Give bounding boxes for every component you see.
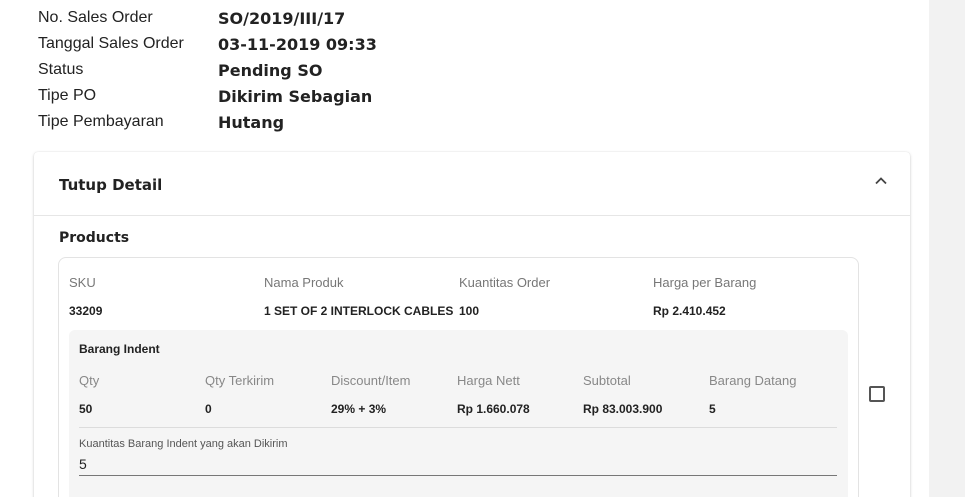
indent-divider bbox=[79, 427, 837, 428]
product-item: SKU Nama Produk Kuantitas Order Harga pe… bbox=[58, 257, 859, 497]
indent-ship-qty-label: Kuantitas Barang Indent yang akan Dikiri… bbox=[79, 438, 288, 450]
info-value: Dikirim Sebagian bbox=[218, 86, 373, 106]
info-value: SO/2019/III/17 bbox=[218, 8, 346, 28]
info-value: Pending SO bbox=[218, 60, 323, 80]
indent-qty-header: Qty bbox=[79, 373, 100, 388]
indent-sent-value: 0 bbox=[205, 402, 212, 416]
indent-title: Barang Indent bbox=[79, 342, 160, 356]
indent-subtotal-header: Subtotal bbox=[583, 373, 631, 388]
indent-sent-header: Qty Terkirim bbox=[205, 373, 275, 388]
qty-order-header: Kuantitas Order bbox=[459, 275, 551, 290]
info-value: Hutang bbox=[218, 112, 285, 132]
price-value: Rp 2.410.452 bbox=[653, 304, 726, 318]
sku-header: SKU bbox=[69, 275, 96, 290]
indent-discount-value: 29% + 3% bbox=[331, 402, 387, 416]
info-row-tipe-po: Tipe PO Dikirim Sebagian bbox=[38, 83, 377, 109]
products-title: Products bbox=[59, 230, 130, 246]
sales-order-info: No. Sales Order SO/2019/III/17 Tanggal S… bbox=[38, 5, 377, 135]
info-label: Status bbox=[38, 61, 84, 78]
info-row-no-sales-order: No. Sales Order SO/2019/III/17 bbox=[38, 5, 377, 31]
info-label: Tipe PO bbox=[38, 87, 97, 104]
page-side-strip bbox=[929, 0, 965, 497]
qty-order-value: 100 bbox=[459, 304, 480, 318]
detail-toggle-label: Tutup Detail bbox=[59, 176, 163, 194]
indent-subtotal-value: Rp 83.003.900 bbox=[583, 402, 663, 416]
name-header: Nama Produk bbox=[264, 275, 344, 290]
info-label: Tipe Pembayaran bbox=[38, 113, 164, 130]
info-value: 03-11-2019 09:33 bbox=[218, 34, 377, 54]
indent-arrived-header: Barang Datang bbox=[709, 373, 797, 388]
indent-section: Barang Indent Qty Qty Terkirim Discount/… bbox=[69, 330, 848, 497]
chevron-up-icon[interactable] bbox=[874, 174, 888, 188]
indent-arrived-value: 5 bbox=[709, 402, 716, 416]
name-value: 1 SET OF 2 INTERLOCK CABLES bbox=[264, 304, 454, 318]
indent-nett-value: Rp 1.660.078 bbox=[457, 402, 530, 416]
indent-discount-header: Discount/Item bbox=[331, 373, 411, 388]
info-row-tipe-pembayaran: Tipe Pembayaran Hutang bbox=[38, 109, 377, 135]
indent-qty-value: 50 bbox=[79, 402, 93, 416]
indent-ship-qty-input[interactable] bbox=[79, 452, 837, 476]
detail-toggle-header[interactable]: Tutup Detail bbox=[34, 152, 910, 216]
select-product-checkbox[interactable] bbox=[869, 386, 885, 402]
indent-nett-header: Harga Nett bbox=[457, 373, 520, 388]
sku-value: 33209 bbox=[69, 304, 103, 318]
detail-card: Tutup Detail Products SKU Nama Produk Ku… bbox=[34, 152, 910, 497]
info-row-tanggal: Tanggal Sales Order 03-11-2019 09:33 bbox=[38, 31, 377, 57]
info-label: No. Sales Order bbox=[38, 9, 153, 26]
info-row-status: Status Pending SO bbox=[38, 57, 377, 83]
price-header: Harga per Barang bbox=[653, 275, 757, 290]
info-label: Tanggal Sales Order bbox=[38, 35, 184, 52]
